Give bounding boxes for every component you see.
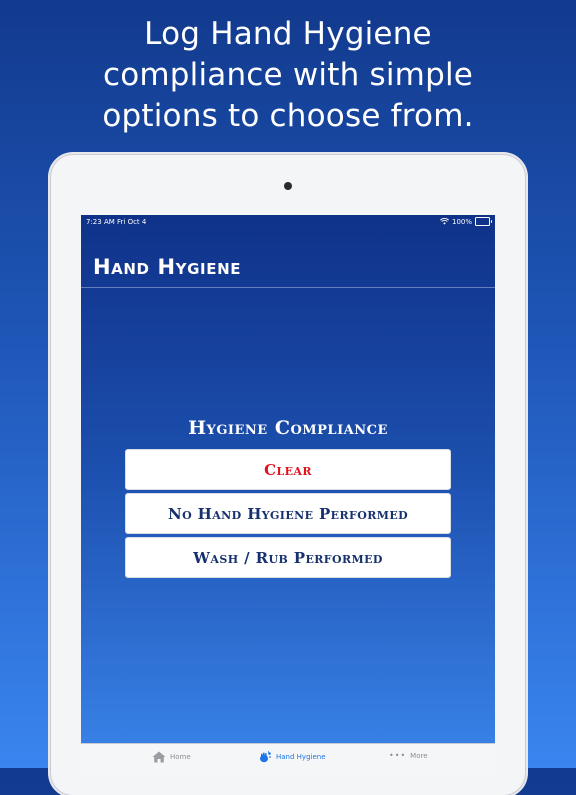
tab-bar: Home Hand Hygiene ••• More [81, 743, 495, 775]
tab-hand-hygiene-label: Hand Hygiene [276, 753, 326, 761]
battery-percent: 100% [451, 217, 472, 226]
clear-button[interactable]: Clear [125, 449, 451, 490]
camera-icon [284, 182, 292, 190]
no-hand-hygiene-performed-button[interactable]: No Hand Hygiene Performed [125, 493, 451, 534]
wash-rub-performed-button[interactable]: Wash / Rub Performed [125, 537, 451, 578]
app-screen: 7:23 AM Fri Oct 4 100% Hand Hygiene Hygi… [81, 215, 495, 775]
status-bar: 7:23 AM Fri Oct 4 100% [81, 215, 495, 229]
tablet-frame: 7:23 AM Fri Oct 4 100% Hand Hygiene Hygi… [51, 155, 525, 795]
hands-icon [260, 751, 271, 763]
battery-icon [475, 217, 492, 226]
tab-more-label: More [410, 751, 428, 760]
headline-line-3: options to choose from. [102, 98, 474, 134]
home-icon [152, 751, 166, 763]
section-title: Hygiene Compliance [188, 417, 388, 439]
tab-more[interactable]: ••• More [389, 751, 428, 760]
tab-home-label: Home [170, 753, 191, 761]
headline-line-2: compliance with simple [102, 57, 474, 93]
tab-hand-hygiene[interactable]: Hand Hygiene [259, 751, 326, 763]
status-time: 7:23 AM Fri Oct 4 [86, 218, 147, 226]
tab-home[interactable]: Home [152, 751, 191, 763]
page-title: Hand Hygiene [93, 255, 242, 279]
status-indicators: 100% [440, 217, 492, 226]
more-dots-icon: ••• [389, 751, 407, 760]
marketing-headline: Log Hand Hygiene compliance with simple … [0, 14, 576, 137]
title-divider [81, 287, 495, 288]
headline-line-1: Log Hand Hygiene [144, 16, 432, 52]
wifi-icon [440, 218, 449, 225]
